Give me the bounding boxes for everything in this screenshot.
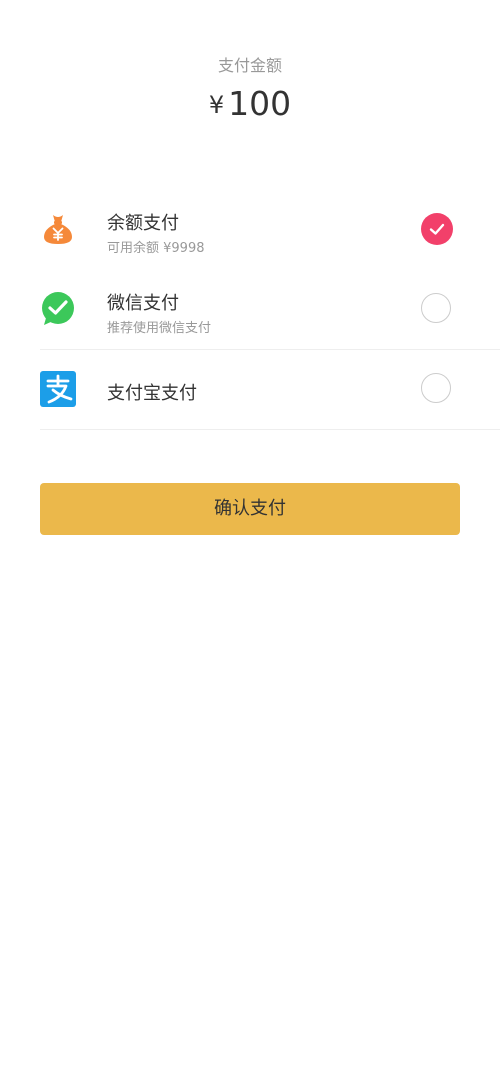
confirm-payment-button[interactable]: 确认支付 [40, 483, 460, 535]
payment-amount: ¥100 [0, 84, 500, 123]
radio-unselected[interactable] [421, 373, 451, 403]
payment-method-name: 微信支付 [107, 293, 179, 314]
radio-selected[interactable] [421, 213, 453, 245]
radio-unselected[interactable] [421, 293, 451, 323]
payment-method-alipay[interactable]: 支付宝支付 [0, 350, 500, 430]
payment-method-subtitle: 可用余额 ¥9998 [107, 241, 205, 256]
payment-method-name: 支付宝支付 [107, 383, 197, 404]
amount-value: 100 [228, 84, 292, 123]
payment-method-name: 余额支付 [107, 213, 179, 234]
money-bag-icon [44, 215, 72, 244]
wechat-icon [42, 292, 74, 325]
divider [40, 429, 500, 430]
checkmark-icon [429, 223, 445, 235]
alipay-icon [40, 371, 76, 407]
payment-method-wechat[interactable]: 微信支付 推荐使用微信支付 [0, 270, 500, 350]
payment-method-balance[interactable]: 余额支付 可用余额 ¥9998 [0, 190, 500, 270]
payment-amount-label: 支付金额 [217, 56, 282, 75]
currency-symbol: ¥ [208, 91, 225, 119]
payment-method-subtitle: 推荐使用微信支付 [107, 321, 212, 336]
